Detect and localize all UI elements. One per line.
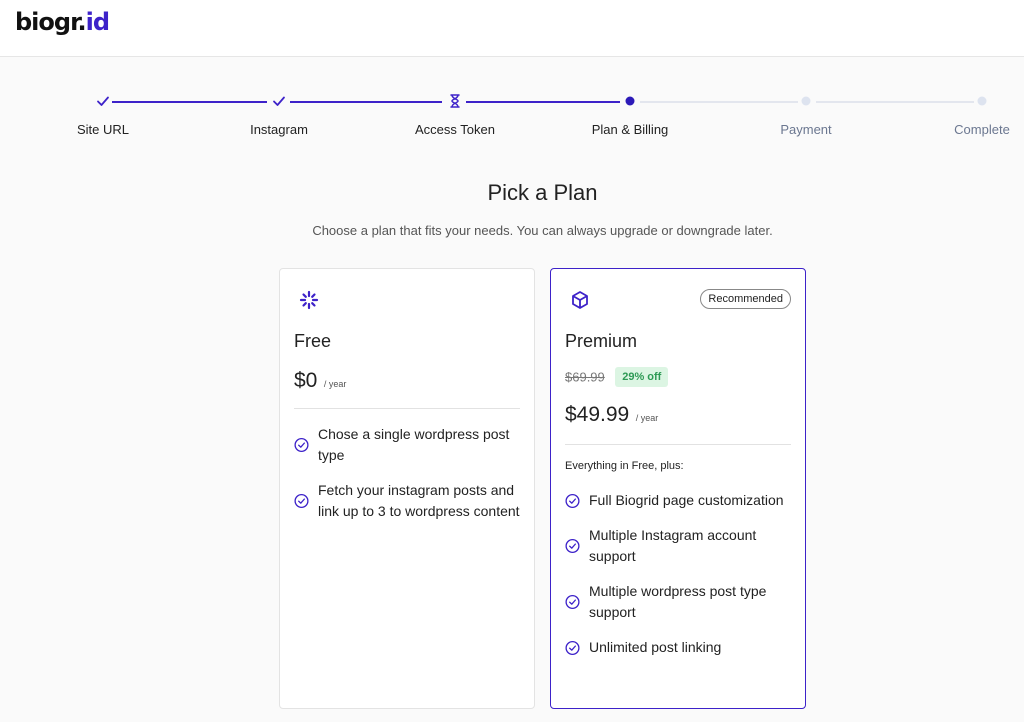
feature-list: Chose a single wordpress post type Fetch…	[294, 424, 524, 536]
price-row: $0 / year	[294, 369, 346, 393]
step-label: Site URL	[76, 122, 130, 137]
feature-text: Multiple Instagram account support	[589, 527, 757, 564]
top-bar: biogr.id	[0, 0, 1024, 57]
check-circle-icon	[565, 640, 580, 655]
step-label: Instagram	[250, 122, 308, 137]
page-subtitle: Choose a plan that fits your needs. You …	[312, 223, 773, 238]
plan-card-premium[interactable]: Recommended Premium $69.99 29% off $49.9…	[550, 268, 806, 709]
step-payment: Payment	[726, 88, 886, 137]
plan-name: Free	[294, 331, 332, 351]
list-item: Chose a single wordpress post type	[294, 424, 524, 466]
progress-stepper: Site URL Instagram Access Token Plan & B…	[0, 88, 1024, 148]
hourglass-icon	[450, 94, 460, 108]
step-label: Payment	[780, 122, 832, 137]
original-price: $69.99	[565, 369, 605, 385]
price-row: $49.99 / year	[565, 403, 658, 427]
check-circle-icon	[294, 437, 309, 453]
check-circle-icon	[565, 493, 580, 508]
active-step-dot	[625, 96, 635, 106]
feature-text: Unlimited post linking	[589, 639, 722, 655]
feature-text: Chose a single wordpress post type	[318, 426, 510, 463]
check-icon	[273, 96, 285, 106]
step-label: Complete	[954, 122, 1010, 137]
price-period: / year	[323, 379, 347, 389]
divider	[565, 444, 791, 445]
plan-price: $0	[294, 369, 318, 392]
check-circle-icon	[294, 493, 309, 509]
check-circle-icon	[565, 594, 580, 610]
step-complete: Complete	[902, 88, 1024, 137]
list-item: Multiple Instagram account support	[565, 525, 795, 567]
discount-badge: 29% off	[615, 367, 669, 387]
feature-list: Full Biogrid page customization Multiple…	[565, 490, 795, 672]
cube-icon	[572, 291, 588, 309]
list-item: Multiple wordpress post type support	[565, 581, 795, 623]
check-icon	[97, 96, 109, 106]
step-plan-billing[interactable]: Plan & Billing	[550, 88, 710, 137]
plan-card-free[interactable]: Free $0 / year Chose a single wordpress …	[279, 268, 535, 709]
step-label: Plan & Billing	[591, 122, 669, 137]
step-label: Access Token	[415, 122, 495, 137]
page-title: Pick a Plan	[487, 180, 598, 205]
list-item: Unlimited post linking	[565, 637, 795, 658]
sparkle-icon	[299, 290, 319, 310]
check-circle-icon	[565, 538, 580, 554]
step-instagram[interactable]: Instagram	[199, 88, 359, 137]
discount-row: $69.99 29% off	[565, 367, 669, 387]
list-item: Full Biogrid page customization	[565, 490, 795, 511]
feature-text: Full Biogrid page customization	[589, 492, 784, 508]
plan-name: Premium	[565, 331, 638, 351]
feature-text: Multiple wordpress post type support	[589, 583, 767, 620]
list-item: Fetch your instagram posts and link up t…	[294, 480, 524, 522]
biogrid-logo[interactable]: biogr.id	[15, 8, 110, 36]
pending-step-dot	[801, 96, 811, 106]
price-period: / year	[635, 413, 659, 423]
feature-text: Fetch your instagram posts and link up t…	[318, 482, 520, 519]
pending-step-dot	[977, 96, 987, 106]
step-site-url[interactable]: Site URL	[23, 88, 183, 137]
plan-intro: Everything in Free, plus:	[565, 460, 684, 472]
recommended-badge: Recommended	[700, 289, 791, 309]
divider	[294, 408, 520, 409]
step-access-token[interactable]: Access Token	[375, 88, 535, 137]
plan-price: $49.99	[565, 403, 630, 426]
